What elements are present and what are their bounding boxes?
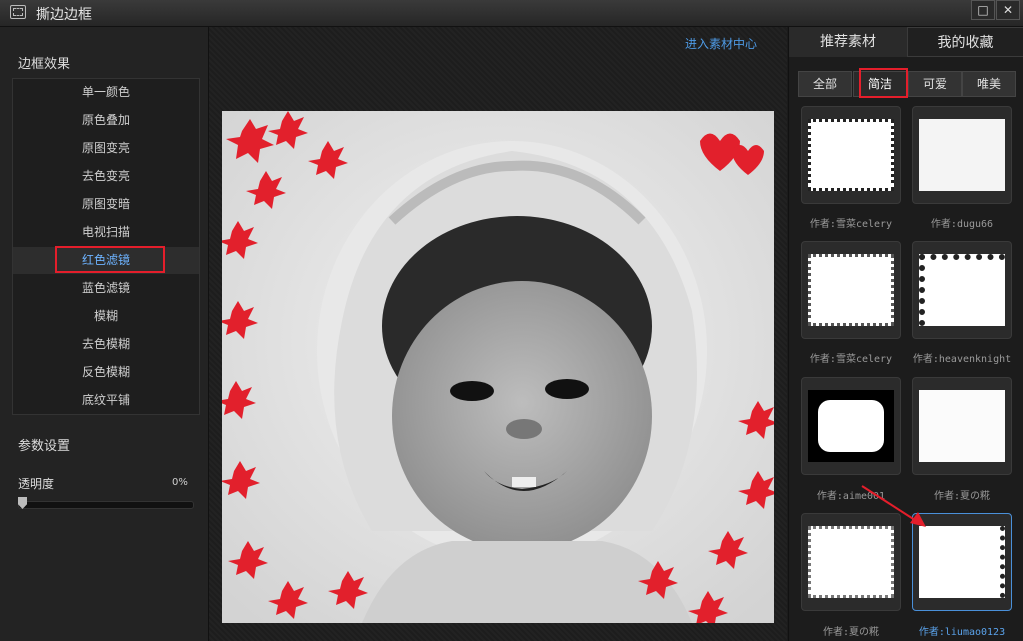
- effect-item[interactable]: 原色叠加: [13, 107, 199, 134]
- thumb-caption: 作者:dugu66: [930, 219, 994, 230]
- material-center-link[interactable]: 进入素材中心: [685, 35, 757, 52]
- thumb-caption: 作者:aime001: [816, 491, 886, 502]
- left-panel: 边框效果 单一颜色 原色叠加 原图变亮 去色变亮 原图变暗 电视扫描 红色滤镜 …: [0, 27, 209, 641]
- thumb-caption: 作者:雪菜celery: [809, 219, 893, 230]
- material-thumb[interactable]: [912, 377, 1012, 475]
- effect-item[interactable]: 原图变亮: [13, 135, 199, 162]
- highlight-box: [859, 68, 908, 98]
- effect-item[interactable]: 去色模糊: [13, 331, 199, 358]
- close-button[interactable]: ✕: [996, 0, 1020, 20]
- tab-favorites[interactable]: 我的收藏: [907, 27, 1023, 57]
- subtab-all[interactable]: 全部: [798, 71, 852, 97]
- material-thumb[interactable]: [912, 106, 1012, 204]
- params-title: 参数设置: [18, 439, 71, 454]
- right-panel: 推荐素材 我的收藏 全部 简洁 可爱 唯美 作者:雪菜celery 作者:dug…: [788, 27, 1023, 641]
- highlight-box: [55, 246, 165, 273]
- app-icon: [10, 5, 26, 19]
- preview-photo: [222, 111, 774, 623]
- effect-item[interactable]: 原图变暗: [13, 191, 199, 218]
- material-thumb-selected[interactable]: [912, 513, 1012, 611]
- thumb-caption: 作者:夏の糀: [822, 627, 880, 638]
- baby-photo-image: [222, 111, 774, 623]
- window-title: 撕边边框: [36, 7, 92, 23]
- maximize-button[interactable]: □: [971, 0, 995, 20]
- thumb-caption: 作者:夏の糀: [933, 491, 991, 502]
- effect-item[interactable]: 底纹平铺: [13, 387, 199, 414]
- material-thumb[interactable]: [801, 513, 901, 611]
- material-thumb[interactable]: [801, 377, 901, 475]
- material-thumb[interactable]: [912, 241, 1012, 339]
- thumb-caption: 作者:雪菜celery: [809, 354, 893, 365]
- material-thumb[interactable]: [801, 106, 901, 204]
- preview-area: 进入素材中心: [209, 27, 787, 641]
- effect-item[interactable]: 模糊: [13, 303, 199, 330]
- opacity-slider[interactable]: [18, 501, 194, 509]
- tab-recommended[interactable]: 推荐素材: [789, 27, 907, 57]
- effect-item[interactable]: 蓝色滤镜: [13, 275, 199, 302]
- effect-item[interactable]: 电视扫描: [13, 219, 199, 246]
- material-thumb[interactable]: [801, 241, 901, 339]
- opacity-label: 透明度: [18, 477, 55, 491]
- effect-item[interactable]: 去色变亮: [13, 163, 199, 190]
- effects-title: 边框效果: [18, 57, 71, 72]
- opacity-value: 0%: [172, 477, 188, 488]
- subtab-beautiful[interactable]: 唯美: [962, 71, 1016, 97]
- subtab-cute[interactable]: 可爱: [908, 71, 962, 97]
- title-bar: 撕边边框 □ ✕: [0, 0, 1023, 27]
- effect-item[interactable]: 反色模糊: [13, 359, 199, 386]
- effect-item[interactable]: 单一颜色: [13, 79, 199, 106]
- thumb-caption: 作者:heavenknight: [912, 354, 1012, 365]
- thumb-caption: 作者:liumao0123: [918, 627, 1006, 638]
